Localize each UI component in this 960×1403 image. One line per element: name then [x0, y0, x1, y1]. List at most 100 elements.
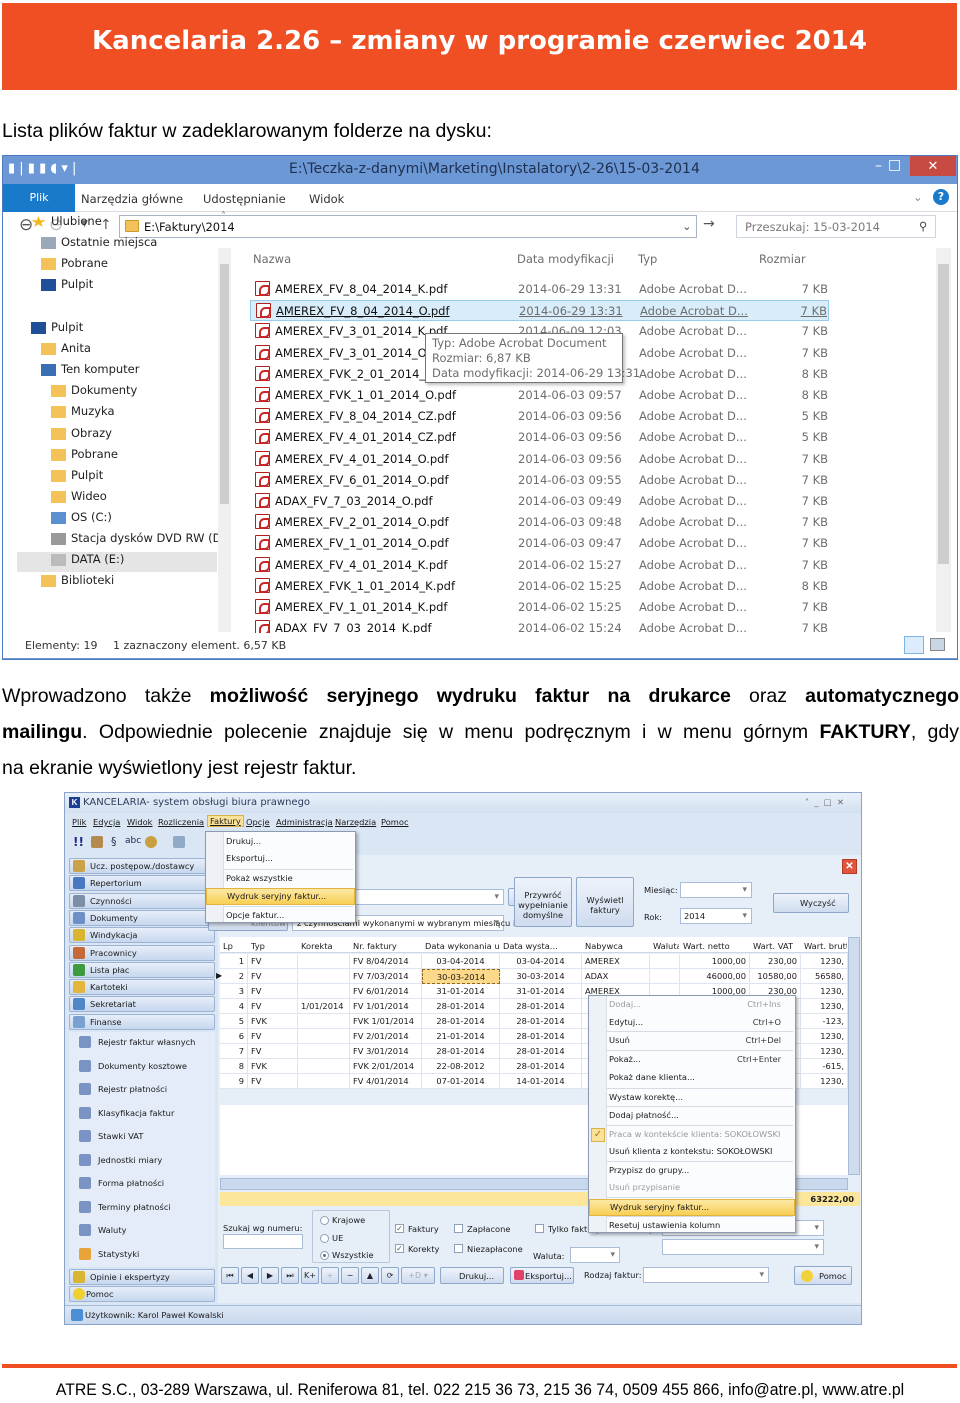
nav-button[interactable]: Pracownicy: [69, 944, 215, 961]
grid-cell[interactable]: 1/01/2014: [298, 999, 350, 1014]
grid-cell[interactable]: 28-01-2014: [500, 1044, 582, 1059]
grid-cell[interactable]: [298, 1044, 350, 1059]
grid-cell[interactable]: 1230,: [801, 954, 848, 969]
large-icons-view-button[interactable]: [930, 638, 945, 651]
submenu-item[interactable]: Forma płatności: [98, 1178, 164, 1188]
grid-cell[interactable]: ADAX: [582, 969, 650, 984]
grid-column-header[interactable]: Korekta: [301, 941, 349, 951]
nav-item[interactable]: Pobrane: [61, 256, 108, 270]
grid-cell[interactable]: 10580,00: [750, 969, 801, 984]
context-menu-item[interactable]: Przypisz do grupy...: [589, 1163, 795, 1180]
grid-cell[interactable]: [298, 969, 350, 984]
context-menu-item[interactable]: Dodaj płatność...: [589, 1108, 795, 1125]
context-menu-item[interactable]: Praca w kontekście klienta: SOKOŁOWSKI ✓: [589, 1127, 795, 1144]
nav-item[interactable]: DATA (E:): [71, 552, 124, 566]
details-view-button[interactable]: [904, 636, 924, 654]
delete-button[interactable]: −: [341, 1267, 359, 1284]
radio-krajowe[interactable]: [320, 1216, 329, 1225]
tab-udostepnianie[interactable]: Udostępnianie: [203, 192, 286, 206]
grid-column-header[interactable]: Data wykonania usługi: [425, 941, 499, 951]
menu-faktury[interactable]: Faktury: [207, 815, 244, 827]
nav-button[interactable]: Opinie i ekspertyzy: [69, 1269, 215, 1285]
nav-button[interactable]: Sekretariat: [69, 996, 215, 1013]
column-header[interactable]: Data modyfikacji: [517, 252, 614, 266]
radio-ue[interactable]: [320, 1233, 329, 1243]
close-panel-button[interactable]: ✕: [842, 859, 857, 874]
submenu-item[interactable]: Klasyfikacja faktur: [98, 1108, 174, 1118]
grid-column-header[interactable]: Waluta: [653, 941, 679, 951]
files-scrollbar[interactable]: [936, 248, 951, 632]
restore-defaults-button[interactable]: Przywróć wypełnianie domyślne: [514, 877, 572, 927]
invoice-icon[interactable]: [173, 836, 185, 848]
scales-icon[interactable]: [145, 836, 157, 848]
grid-cell[interactable]: 28-01-2014: [500, 1029, 582, 1044]
nav-item[interactable]: Ostatnie miejsca: [61, 235, 157, 249]
alert-icon[interactable]: !!: [73, 835, 84, 849]
menu-narzędzia[interactable]: Narzędzia: [335, 817, 376, 827]
grid-cell[interactable]: 30-03-2014: [500, 969, 582, 984]
grid-cell[interactable]: FV: [248, 999, 298, 1014]
show-invoices-button[interactable]: Wyświetl faktury: [576, 877, 634, 927]
search-input[interactable]: Przeszukaj: 15-03-2014 ⚲: [736, 215, 936, 238]
next-record-button[interactable]: ▶: [261, 1267, 279, 1284]
file-row[interactable]: ADAX_FV_7_03_2014_O.pdf 2014-06-03 09:49 A…: [250, 491, 829, 512]
close-button[interactable]: ✕: [910, 156, 956, 176]
paragraph-icon[interactable]: §: [111, 835, 117, 848]
grid-cell[interactable]: FV 3/01/2014: [350, 1044, 422, 1059]
context-menu-item[interactable]: Usuń klienta z kontekstu: SOKOŁOWSKI: [589, 1144, 795, 1161]
minimize-button[interactable]: –: [875, 158, 882, 174]
file-row[interactable]: AMEREX_FV_2_01_2014_O.pdf 2014-06-03 09:4…: [250, 512, 829, 533]
grid-cell[interactable]: 28-01-2014: [422, 999, 500, 1014]
submenu-item[interactable]: Rejestr faktur własnych: [98, 1037, 195, 1047]
context-menu-item[interactable]: Wydruk seryjny faktur...: [589, 1199, 795, 1216]
menu-plik[interactable]: Plik: [72, 817, 86, 827]
nav-button[interactable]: Repertorium: [69, 875, 215, 892]
first-record-button[interactable]: ⏮: [221, 1267, 239, 1284]
grid-column-header[interactable]: Wart. VAT: [753, 941, 800, 951]
submenu-item[interactable]: Statystyki: [98, 1249, 139, 1259]
checkbox[interactable]: [535, 1224, 544, 1233]
month-combo[interactable]: [680, 882, 752, 898]
grid-cell[interactable]: 1000,00: [680, 954, 750, 969]
grid-cell[interactable]: 14-01-2014: [500, 1074, 582, 1089]
nav-item[interactable]: Ulubione: [51, 214, 102, 228]
currency-combo[interactable]: [570, 1247, 620, 1263]
nav-button[interactable]: Czynności: [69, 892, 215, 909]
grid-cell[interactable]: 6: [220, 1029, 248, 1044]
column-header[interactable]: Rozmiar: [759, 252, 806, 266]
checkbox[interactable]: [454, 1224, 463, 1233]
file-row[interactable]: AMEREX_FV_6_01_2014_O.pdf 2014-06-03 09:5…: [250, 470, 829, 491]
back-button[interactable]: ⊖: [19, 215, 33, 235]
up-button[interactable]: ▲: [361, 1267, 379, 1284]
filter-combo-2[interactable]: [662, 1239, 824, 1255]
context-menu-item[interactable]: Pokaż dane klienta...: [589, 1070, 795, 1087]
grid-cell[interactable]: FV: [248, 1044, 298, 1059]
nav-item[interactable]: Wideo: [71, 489, 107, 503]
file-row[interactable]: AMEREX_FVK_1_01_2014_K.pdf 2014-06-02 15:…: [250, 576, 829, 597]
nav-item[interactable]: Pulpit: [61, 277, 93, 291]
file-row[interactable]: AMEREX_FV_4_01_2014_O.pdf 2014-06-03 09:5…: [250, 449, 829, 470]
grid-cell[interactable]: FV 2/01/2014: [350, 1029, 422, 1044]
faktury-menu-item[interactable]: Opcje faktur...: [206, 908, 355, 925]
submenu-item[interactable]: Rejestr płatności: [98, 1084, 167, 1094]
year-combo[interactable]: 2014: [680, 908, 752, 924]
grid-cell[interactable]: 28-01-2014: [500, 1014, 582, 1029]
invoice-kind-combo[interactable]: [643, 1267, 769, 1283]
scroll-up-icon[interactable]: ˄: [221, 211, 226, 222]
grid-cell[interactable]: FVK: [248, 1059, 298, 1074]
grid-cell[interactable]: FV: [248, 1074, 298, 1089]
quick-access-toolbar[interactable]: ▮ | ▮ ▮ ◖ ▾ |: [8, 161, 76, 176]
checkbox[interactable]: ✓: [395, 1224, 404, 1233]
column-header[interactable]: Nazwa: [253, 252, 291, 266]
grid-cell[interactable]: 2: [220, 969, 248, 984]
file-row[interactable]: AMEREX_FV_4_01_2014_CZ.pdf 2014-06-03 09:…: [250, 427, 829, 448]
submenu-item[interactable]: Terminy płatności: [98, 1202, 171, 1212]
grid-cell[interactable]: 28-01-2014: [422, 1014, 500, 1029]
grid-cell[interactable]: 1: [220, 954, 248, 969]
tab-widok[interactable]: Widok: [309, 192, 344, 206]
grid-cell[interactable]: 5: [220, 1014, 248, 1029]
checkbox[interactable]: ✓: [395, 1244, 404, 1253]
add-correction-button[interactable]: K+: [301, 1267, 319, 1284]
faktury-menu-item[interactable]: Drukuj...: [206, 834, 355, 851]
grid-cell[interactable]: FV 1/01/2014: [350, 999, 422, 1014]
